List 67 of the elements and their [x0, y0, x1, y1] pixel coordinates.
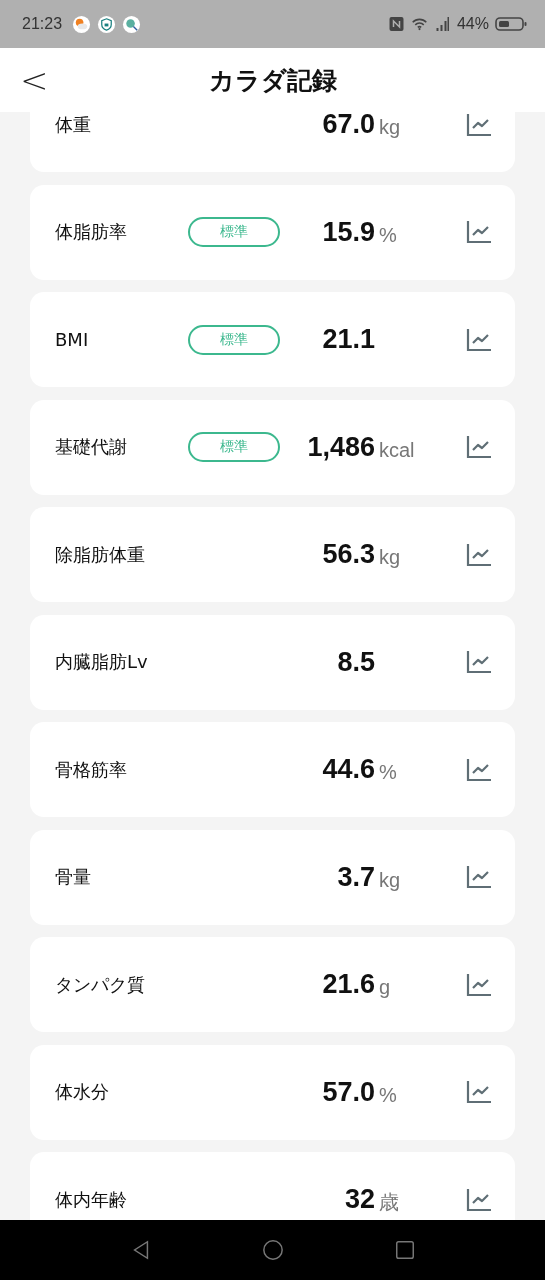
metric-label: 体内年齢 [55, 1187, 128, 1212]
back-button[interactable]: < [14, 58, 55, 102]
chart-icon[interactable] [466, 972, 492, 997]
chart-icon[interactable] [466, 865, 492, 889]
metric-card[interactable]: 除脂肪体重 56.3 kg [30, 507, 515, 602]
metric-unit: kg [379, 868, 401, 892]
metric-label: 骨量 [55, 865, 92, 889]
metric-unit: kg [379, 116, 401, 139]
metric-value: 8.5 [336, 646, 375, 678]
status-time: 21:23 [22, 15, 63, 33]
metric-unit: % [379, 761, 397, 784]
chart-icon[interactable] [466, 327, 492, 352]
home-icon[interactable] [261, 1239, 284, 1261]
metric-value: 21.6 [321, 969, 375, 1000]
metric-value: 32 [343, 1184, 375, 1215]
metric-label: 基礎代謝 [55, 435, 128, 459]
metric-unit: kg [379, 546, 401, 569]
recents-icon[interactable] [393, 1239, 416, 1261]
status-badge: 標準 [188, 217, 280, 247]
metric-card[interactable]: 体脂肪率 標準 15.9% [30, 184, 515, 280]
metric-value: 1,486 [306, 431, 375, 463]
metric-label: 内臓脂肪Lv [55, 650, 149, 674]
chart-icon[interactable] [466, 435, 492, 459]
metric-card[interactable]: 骨格筋率 44.6% [30, 722, 515, 817]
metric-card[interactable]: 体重 67.0 kg [30, 112, 515, 172]
chart-icon[interactable] [466, 650, 492, 674]
chart-icon[interactable] [466, 220, 492, 244]
weather-icon [72, 14, 92, 34]
battery-percent: 44% [456, 15, 489, 33]
metric-card[interactable]: 内臓脂肪Lv 8.5 [30, 614, 515, 710]
wifi-icon [410, 16, 428, 32]
metric-value: 44.6 [321, 754, 375, 785]
metric-label: 体水分 [55, 1080, 110, 1104]
metric-label: BMI [55, 329, 90, 350]
chart-icon[interactable] [466, 542, 492, 567]
status-badge: 標準 [188, 324, 280, 355]
page-title: カラダ記録 [208, 64, 337, 97]
metric-card[interactable]: タンパク質 21.6 g [30, 937, 515, 1032]
metric-label: 体重 [55, 112, 92, 137]
metric-card[interactable]: 体内年齢 32 歳 [30, 1152, 515, 1220]
metric-value: 15.9 [321, 216, 375, 248]
battery-icon [495, 16, 527, 32]
metric-unit: kcal [379, 438, 415, 462]
metric-card[interactable]: 体水分 57.0% [30, 1044, 515, 1140]
metric-value: 21.1 [321, 324, 375, 355]
nfc-icon [387, 16, 405, 32]
metric-card[interactable]: BMI 標準 21.1 [30, 292, 515, 387]
metric-label: 骨格筋率 [55, 757, 128, 782]
metric-card[interactable]: 骨量 3.7 kg [30, 829, 515, 925]
metric-unit: 歳 [379, 1190, 399, 1215]
metric-value: 57.0 [321, 1076, 375, 1108]
chart-icon[interactable] [466, 112, 492, 137]
metric-value: 56.3 [321, 539, 375, 570]
chart-icon[interactable] [466, 1187, 492, 1212]
metric-card[interactable]: 基礎代謝 標準 1,486 kcal [30, 399, 515, 495]
status-badge: 標準 [188, 432, 280, 462]
metric-unit: % [379, 223, 397, 247]
metric-value: 67.0 [321, 112, 375, 140]
metric-unit: % [379, 1083, 397, 1107]
metric-unit: g [379, 976, 391, 999]
chart-icon[interactable] [466, 757, 492, 782]
metric-value: 3.7 [336, 861, 375, 893]
metric-label: 除脂肪体重 [55, 542, 146, 567]
shield-icon [97, 14, 117, 34]
metric-label: 体脂肪率 [55, 220, 128, 244]
chart-icon[interactable] [466, 1080, 492, 1104]
metric-label: タンパク質 [55, 972, 146, 997]
